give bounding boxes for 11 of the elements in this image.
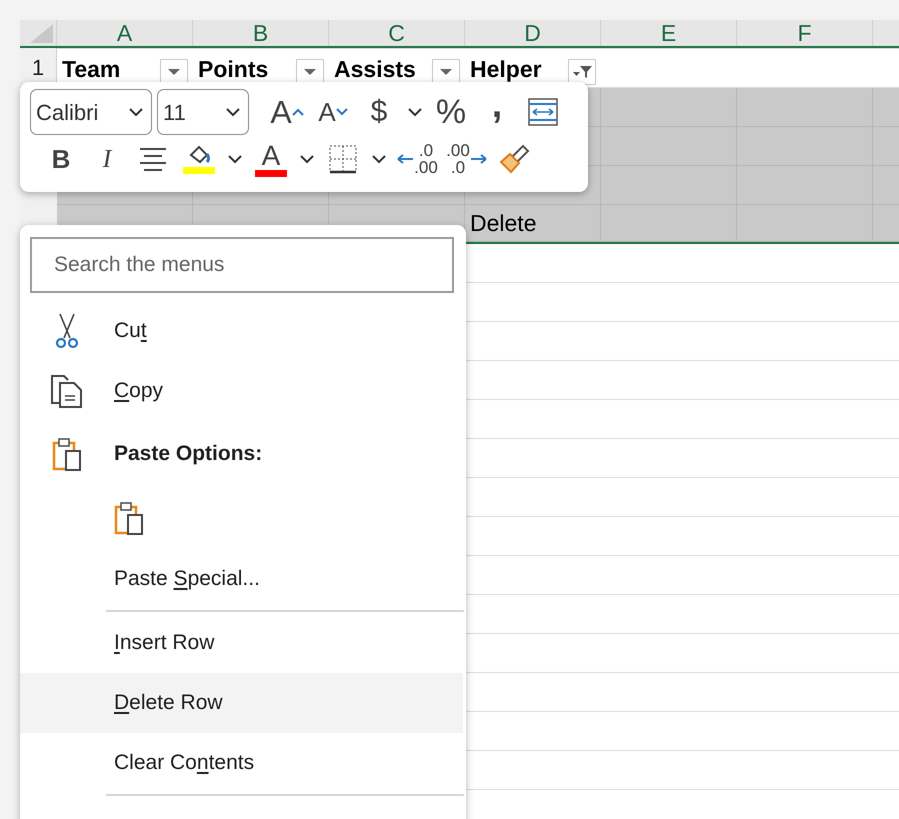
- table-cell-text: Assists: [334, 54, 416, 84]
- table-cell-text: Delete: [470, 208, 536, 238]
- table-cell-text: Helper: [470, 54, 542, 84]
- decimal-label: .00: [414, 159, 438, 176]
- font-size: 11: [163, 98, 186, 126]
- table-cell-text: Points: [198, 54, 268, 84]
- table-cell-text: Team: [62, 54, 120, 84]
- decimal-label: .0: [450, 159, 466, 176]
- font-name: Calibri: [36, 98, 98, 126]
- decimal-label: .0: [418, 142, 434, 159]
- decimal-label: .00: [446, 142, 470, 159]
